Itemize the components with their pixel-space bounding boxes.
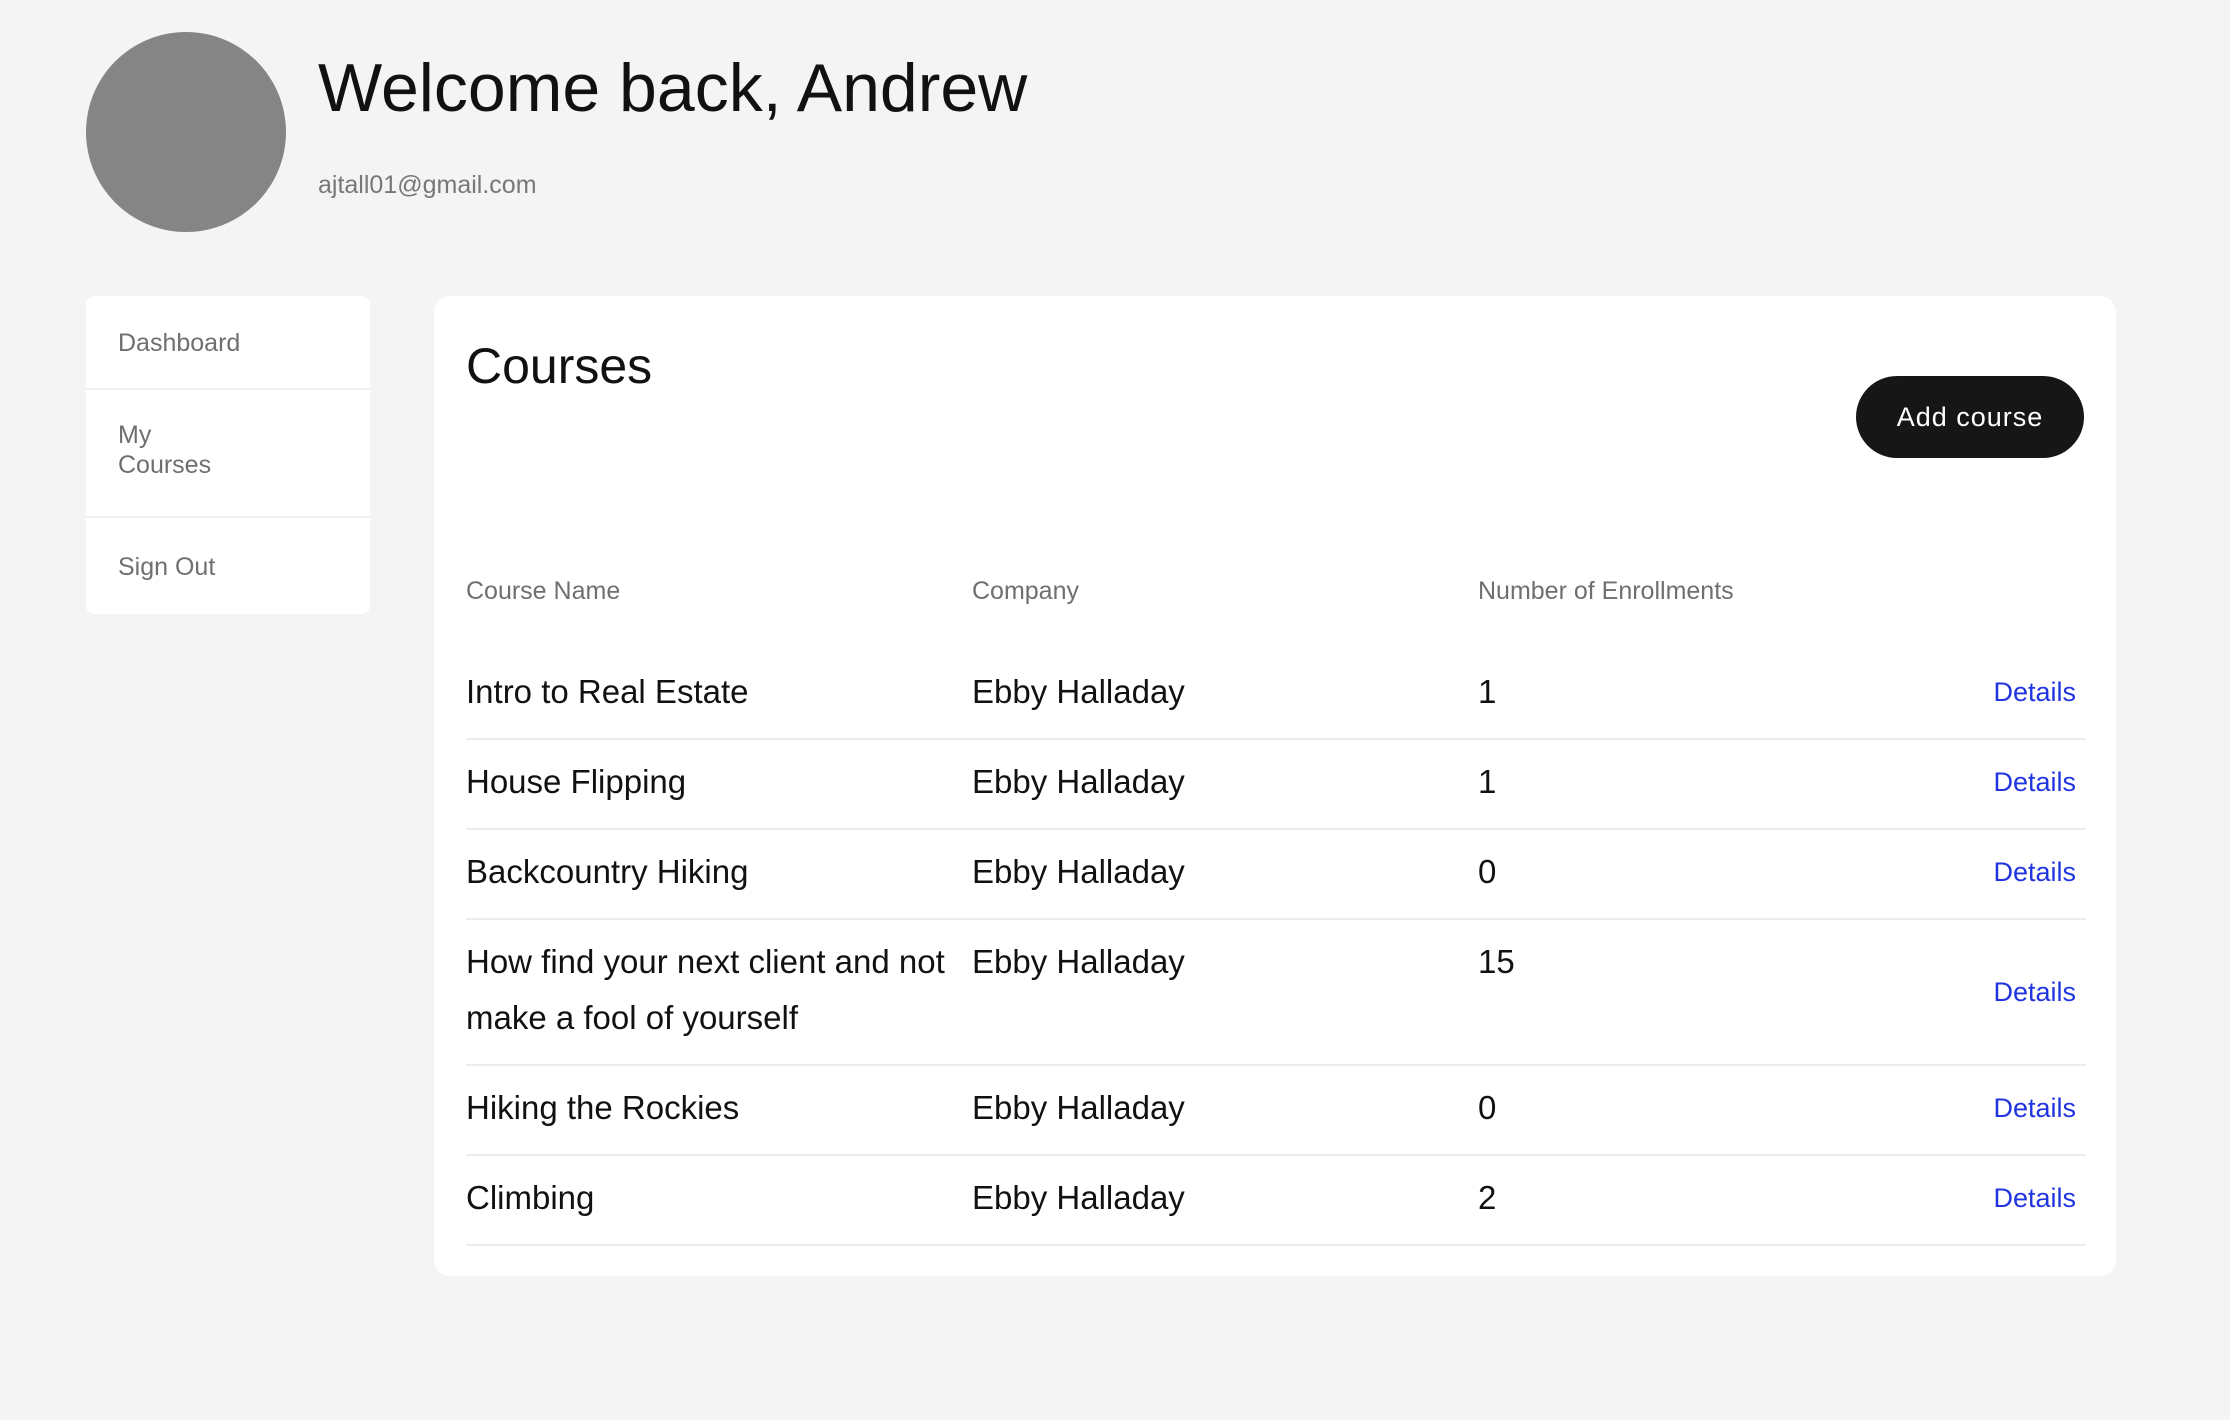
course-name: Hiking the Rockies xyxy=(466,1089,740,1126)
course-company: Ebby Halladay xyxy=(972,943,1185,980)
page-title: Courses xyxy=(466,338,653,394)
sidebar-item-my-courses[interactable]: My Courses xyxy=(86,390,286,516)
course-enrollments: 0 xyxy=(1478,1089,1497,1126)
details-link[interactable]: Details xyxy=(1993,754,2076,828)
sidebar: Dashboard My Courses Sign Out xyxy=(86,296,370,614)
course-enrollments: 1 xyxy=(1478,763,1497,800)
column-header-course-name: Course Name xyxy=(466,577,621,605)
course-enrollments: 1 xyxy=(1478,673,1497,710)
details-link[interactable]: Details xyxy=(1993,964,2076,1020)
course-name: Backcountry Hiking xyxy=(466,853,749,890)
course-enrollments: 15 xyxy=(1478,943,1515,980)
row-action-cell: Details xyxy=(1984,920,2086,1064)
column-header-action xyxy=(1984,570,2086,650)
course-company: Ebby Halladay xyxy=(972,1089,1185,1126)
row-action-cell: Details xyxy=(1984,1170,2086,1244)
courses-card: Courses Add course Course Name Company N… xyxy=(434,296,2116,1276)
details-link[interactable]: Details xyxy=(1993,1170,2076,1244)
course-company: Ebby Halladay xyxy=(972,763,1185,800)
course-name: How find your next client and not make a… xyxy=(466,943,945,1036)
sidebar-item-my-courses-wrapper: My Courses xyxy=(86,390,370,518)
table-row: House Flipping Ebby Halladay 1 Details xyxy=(466,740,2086,830)
row-action-cell: Details xyxy=(1984,664,2086,738)
sidebar-item-sign-out[interactable]: Sign Out xyxy=(86,518,370,614)
course-company: Ebby Halladay xyxy=(972,853,1185,890)
course-name: House Flipping xyxy=(466,763,687,800)
details-link[interactable]: Details xyxy=(1993,1080,2076,1154)
details-link[interactable]: Details xyxy=(1993,664,2076,738)
column-header-company: Company xyxy=(972,577,1079,605)
row-action-cell: Details xyxy=(1984,754,2086,828)
sidebar-item-dashboard[interactable]: Dashboard xyxy=(86,296,370,390)
table-row: Hiking the Rockies Ebby Halladay 0 Detai… xyxy=(466,1066,2086,1156)
details-link[interactable]: Details xyxy=(1993,844,2076,918)
course-enrollments: 0 xyxy=(1478,853,1497,890)
table-row: How find your next client and not make a… xyxy=(466,920,2086,1066)
welcome-heading: Welcome back, Andrew xyxy=(318,50,1028,126)
add-course-button[interactable]: Add course xyxy=(1856,376,2084,458)
row-action-cell: Details xyxy=(1984,844,2086,918)
column-header-enrollments: Number of Enrollments xyxy=(1478,577,1734,605)
courses-table: Course Name Company Number of Enrollment… xyxy=(466,570,2086,1246)
course-name: Climbing xyxy=(466,1179,595,1216)
table-header: Course Name Company Number of Enrollment… xyxy=(466,570,2086,650)
course-enrollments: 2 xyxy=(1478,1179,1497,1216)
course-name: Intro to Real Estate xyxy=(466,673,749,710)
table-row: Intro to Real Estate Ebby Halladay 1 Det… xyxy=(466,650,2086,740)
course-company: Ebby Halladay xyxy=(972,1179,1185,1216)
avatar xyxy=(86,32,286,232)
table-row: Climbing Ebby Halladay 2 Details xyxy=(466,1156,2086,1246)
table-row: Backcountry Hiking Ebby Halladay 0 Detai… xyxy=(466,830,2086,920)
row-action-cell: Details xyxy=(1984,1080,2086,1154)
user-email: ajtall01@gmail.com xyxy=(318,171,537,199)
course-company: Ebby Halladay xyxy=(972,673,1185,710)
